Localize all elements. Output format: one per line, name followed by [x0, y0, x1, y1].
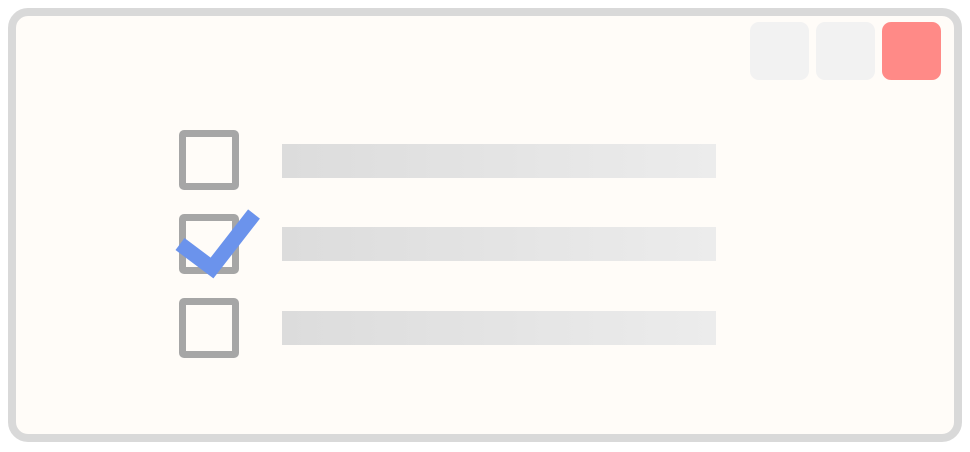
checkbox-unchecked[interactable] — [179, 130, 239, 190]
maximize-button[interactable] — [816, 22, 875, 80]
close-button[interactable] — [882, 22, 941, 80]
app-window — [8, 8, 962, 442]
minimize-button[interactable] — [750, 22, 809, 80]
checkbox-unchecked[interactable] — [179, 298, 239, 358]
checklist-item-label — [282, 311, 716, 345]
checklist-item-label — [282, 227, 716, 261]
checkmark-icon — [175, 209, 260, 279]
checklist-item-label — [282, 144, 716, 178]
